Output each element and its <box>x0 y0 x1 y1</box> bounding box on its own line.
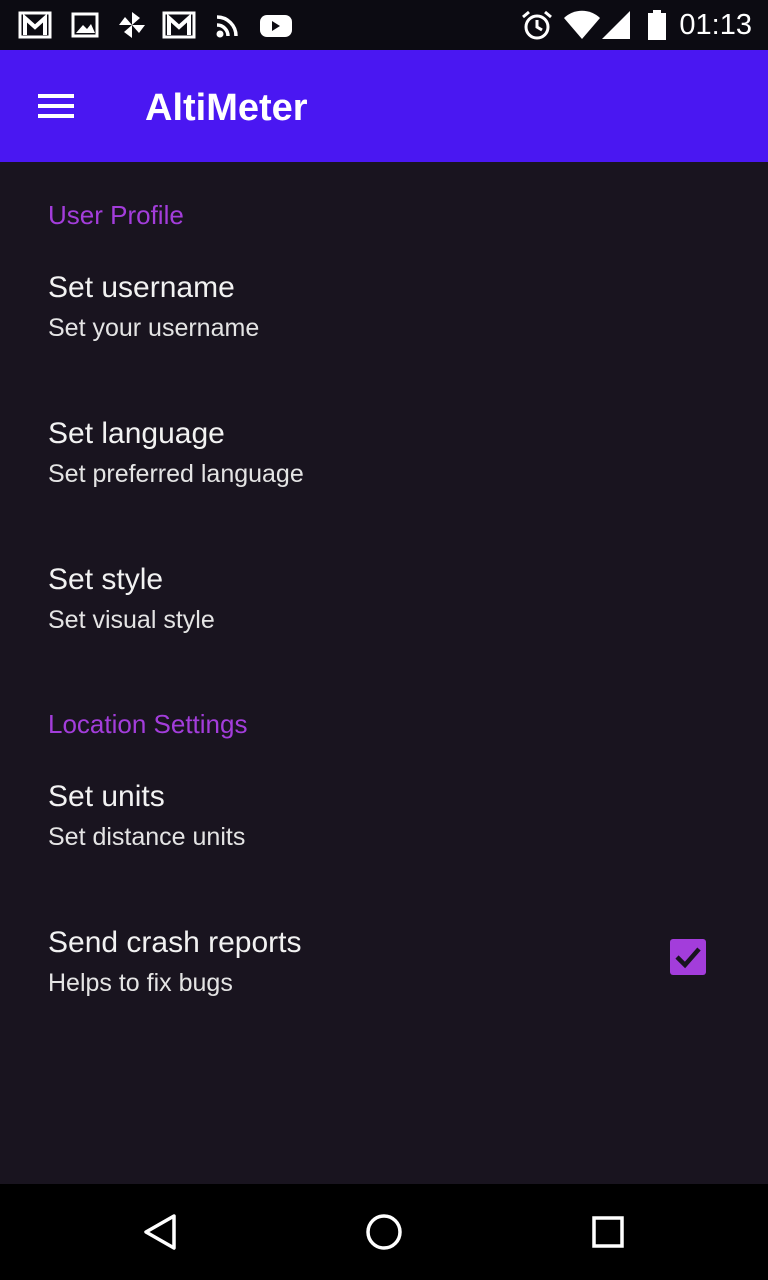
setting-title: Set units <box>48 780 165 813</box>
setting-title: Set username <box>48 271 235 304</box>
app-bar: AltiMeter <box>0 50 768 162</box>
image-icon <box>68 9 102 41</box>
navigation-bar <box>0 1184 768 1280</box>
checkmark-icon <box>675 947 701 969</box>
crash-reports-checkbox[interactable] <box>670 939 706 975</box>
gmail-icon <box>18 9 52 41</box>
home-icon[interactable] <box>362 1210 406 1254</box>
setting-send-crash-reports[interactable]: Send crash reports Helps to fix bugs <box>0 925 768 1055</box>
status-clock: 01:13 <box>679 9 752 41</box>
back-icon[interactable] <box>138 1210 182 1254</box>
settings-list: User Profile Set username Set your usern… <box>0 162 768 1184</box>
setting-summary: Set distance units <box>48 823 246 851</box>
setting-set-username[interactable]: Set username Set your username <box>0 270 768 400</box>
setting-summary: Set your username <box>48 314 260 342</box>
recents-icon[interactable] <box>586 1210 630 1254</box>
setting-summary: Helps to fix bugs <box>48 969 233 997</box>
setting-set-units[interactable]: Set units Set distance units <box>0 779 768 909</box>
wifi-icon <box>562 9 602 41</box>
cell-signal-icon <box>600 9 634 41</box>
setting-title: Set language <box>48 417 225 450</box>
section-header-user-profile: User Profile <box>48 200 184 230</box>
setting-summary: Set visual style <box>48 606 215 634</box>
pinwheel-icon <box>115 9 149 41</box>
setting-set-language[interactable]: Set language Set preferred language <box>0 416 768 546</box>
gmail-icon <box>162 9 196 41</box>
status-bar: 01:13 <box>0 0 768 50</box>
app-title: AltiMeter <box>145 87 308 129</box>
alarm-icon <box>520 9 554 41</box>
youtube-icon <box>258 9 292 41</box>
hamburger-menu-icon[interactable] <box>26 80 86 132</box>
setting-set-style[interactable]: Set style Set visual style <box>0 562 768 692</box>
rss-icon <box>212 9 246 41</box>
setting-title: Set style <box>48 563 164 596</box>
battery-icon <box>640 9 674 41</box>
section-header-location-settings: Location Settings <box>48 709 248 739</box>
setting-summary: Set preferred language <box>48 460 304 488</box>
setting-title: Send crash reports <box>48 926 302 959</box>
